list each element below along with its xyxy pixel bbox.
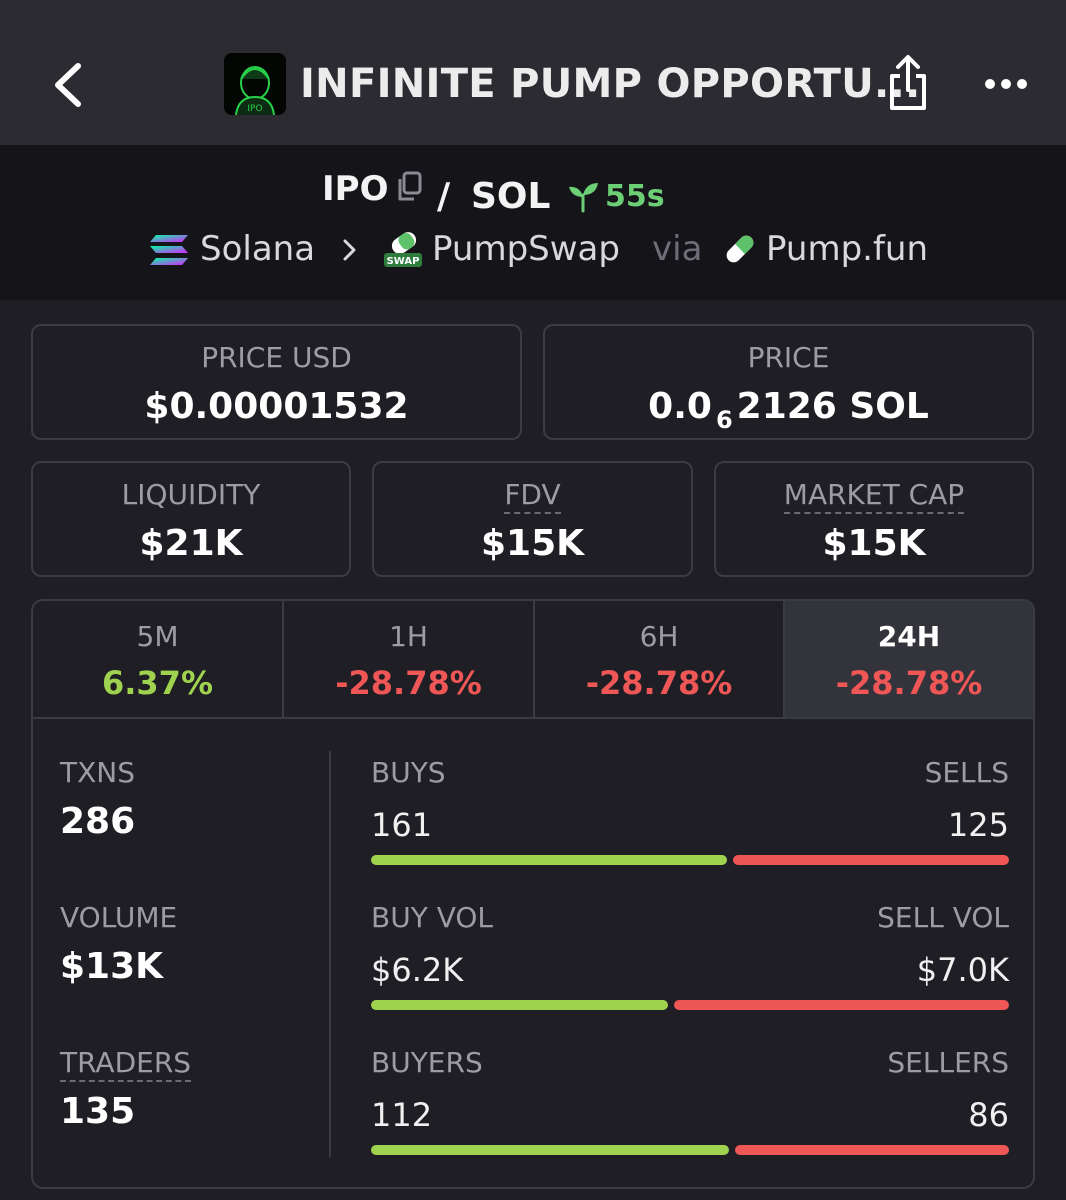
txns-label: TXNS [60,756,136,789]
token-logo: IPO [224,53,286,115]
pair-info: IPO / SOL 55s Solana SWAP PumpSwap via P… [0,145,1066,300]
tab-6h[interactable]: 6H -28.78% [533,601,783,717]
txns-value: 286 [60,801,136,842]
sellers-label: SELLERS [887,1046,1009,1079]
pair-age: 55s [605,179,665,214]
buyers-value: 112 [371,1096,433,1134]
traders-label[interactable]: TRADERS [60,1046,192,1082]
pumpfun-icon [722,231,758,267]
price-usd-label: PRICE USD [201,341,352,374]
stats-divider [329,751,331,1157]
buy-bar [371,855,727,865]
price-usd-value: $0.00001532 [144,386,409,427]
buy-bar [371,1145,729,1155]
price-native-label: PRICE [747,341,830,374]
volume-label: VOLUME [60,901,178,934]
buys-sells-row: BUYS SELLS 161 125 [371,755,1009,865]
sprout-icon [566,181,600,213]
tab-label: 24H [877,620,941,653]
chain-link[interactable]: Solana [200,225,315,273]
buys-label: BUYS [371,756,446,789]
base-symbol: IPO [322,169,389,209]
price-zero-count: 6 [715,406,733,434]
share-icon [890,55,926,110]
tab-change: -28.78% [835,664,983,702]
more-options-button[interactable] [982,66,1030,102]
fdv-card[interactable]: FDV $15K [372,461,693,577]
dex-link[interactable]: PumpSwap [432,225,620,273]
fdv-value: $15K [480,523,585,564]
buy-bar [371,1000,668,1010]
buy-sell-volume-row: BUY VOL SELL VOL $6.2K $7.0K [371,900,1009,1010]
tab-24h[interactable]: 24H -28.78% [783,601,1033,717]
tab-change: -28.78% [585,664,733,702]
back-button[interactable] [48,58,92,112]
buys-value: 161 [371,806,433,844]
price-suffix: 2126 SOL [736,386,929,427]
volume-value: $13K [60,946,164,987]
timeframe-tabs: 5M 6.37% 1H -28.78% 6H -28.78% 24H -28.7… [33,601,1033,719]
price-prefix: 0.0 [648,386,712,427]
launchpad-link[interactable]: Pump.fun [766,225,928,273]
buys-sells-bar [371,855,1009,865]
swap-badge-text: SWAP [387,256,420,267]
sell-bar [733,855,1009,865]
tab-1h[interactable]: 1H -28.78% [282,601,533,717]
buy-sell-volume-bar [371,1000,1009,1010]
top-bar: IPO INFINITE PUMP OPPORTU... [0,0,1066,145]
buyers-label: BUYERS [371,1046,483,1079]
price-native-value: 0.0 6 2126 SOL [545,384,1032,443]
via-label: via [652,229,703,269]
sell-vol-value: $7.0K [916,951,1009,989]
market-cap-value: $15K [822,523,926,564]
share-button[interactable] [882,52,934,114]
buy-vol-label: BUY VOL [371,901,494,934]
price-usd-card: PRICE USD $0.00001532 [31,324,522,440]
token-title: INFINITE PUMP OPPORTU... [300,61,921,107]
logo-text: IPO [247,104,262,114]
buyers-sellers-bar [371,1145,1009,1155]
market-cap-card[interactable]: MARKET CAP $15K [714,461,1034,577]
sell-vol-label: SELL VOL [877,901,1009,934]
liquidity-value: $21K [139,523,243,564]
pair-separator: / [437,176,451,217]
solana-icon [148,233,190,267]
sell-bar [674,1000,1009,1010]
ellipsis-icon [985,79,1027,89]
chevron-left-icon [55,63,81,107]
sellers-value: 86 [968,1096,1009,1134]
price-native-card: PRICE 0.0 6 2126 SOL [543,324,1034,440]
sells-label: SELLS [924,756,1009,789]
fdv-label[interactable]: FDV [504,478,561,514]
tab-label: 1H [389,620,428,653]
liquidity-card: LIQUIDITY $21K [31,461,351,577]
liquidity-label: LIQUIDITY [121,478,261,511]
quote-symbol: SOL [471,176,551,217]
buyers-sellers-row: BUYERS SELLERS 112 86 [371,1045,1009,1155]
tab-change: -28.78% [335,664,482,702]
copy-icon[interactable] [395,171,423,203]
tab-change: 6.37% [101,664,213,702]
sells-value: 125 [947,806,1009,844]
timeframe-stats-panel: 5M 6.37% 1H -28.78% 6H -28.78% 24H -28.7… [31,599,1035,1189]
tab-label: 6H [639,620,679,653]
tab-label: 5M [136,620,179,653]
chevron-right-icon [340,237,360,263]
tab-5m[interactable]: 5M 6.37% [33,601,282,717]
sell-bar [735,1145,1009,1155]
traders-value: 135 [60,1091,136,1132]
pumpswap-icon: SWAP [383,231,423,271]
buy-vol-value: $6.2K [371,951,464,989]
market-cap-label[interactable]: MARKET CAP [783,478,965,514]
